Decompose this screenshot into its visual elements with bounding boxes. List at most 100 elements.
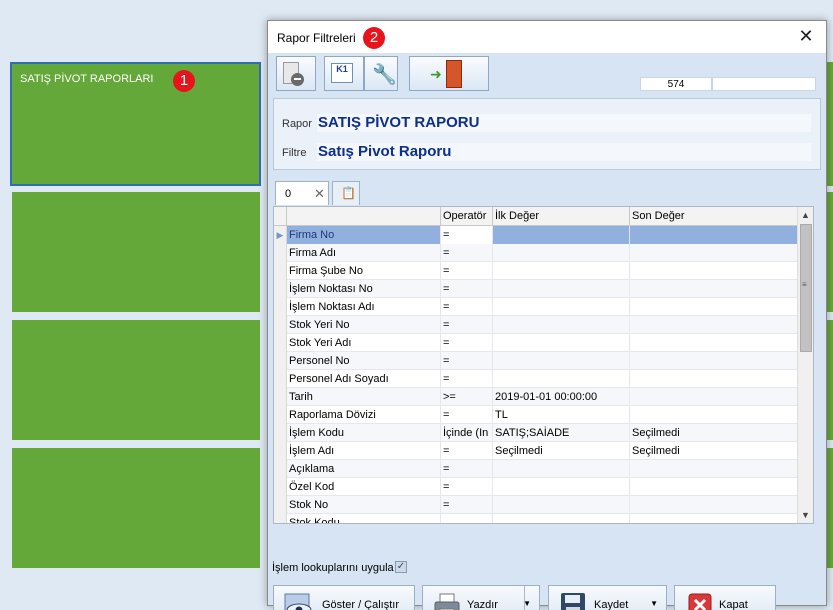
- cell-last-value[interactable]: [630, 370, 798, 388]
- cell-last-value[interactable]: [630, 226, 798, 244]
- cell-first-value[interactable]: [493, 334, 630, 352]
- cell-operator[interactable]: =: [441, 262, 493, 280]
- cell-operator[interactable]: =: [441, 244, 493, 262]
- show-run-button[interactable]: Göster / Çalıştır: [273, 585, 415, 610]
- table-row[interactable]: Firma Şube No =: [274, 262, 798, 280]
- remove-filter-button[interactable]: [276, 56, 316, 91]
- cell-name[interactable]: İşlem Kodu: [287, 424, 441, 442]
- table-row[interactable]: İşlem Noktası No =: [274, 280, 798, 298]
- tile-3[interactable]: [12, 320, 260, 440]
- close-icon[interactable]: ✕: [796, 26, 816, 47]
- cell-last-value[interactable]: [630, 514, 798, 523]
- cell-last-value[interactable]: [630, 406, 798, 424]
- chevron-down-icon[interactable]: ▼: [523, 599, 531, 608]
- cell-operator[interactable]: =: [441, 280, 493, 298]
- cell-last-value[interactable]: [630, 298, 798, 316]
- cell-name[interactable]: Stok Yeri Adı: [287, 334, 441, 352]
- cell-first-value[interactable]: [493, 496, 630, 514]
- table-row[interactable]: Personel No =: [274, 352, 798, 370]
- cell-last-value[interactable]: Seçilmedi: [630, 442, 798, 460]
- cell-name[interactable]: Firma Şube No: [287, 262, 441, 280]
- close-tab-icon[interactable]: ✕: [314, 186, 325, 202]
- cell-last-value[interactable]: [630, 388, 798, 406]
- col-last-value-header[interactable]: Son Değer: [630, 207, 798, 226]
- tile-4[interactable]: [12, 448, 260, 568]
- table-row[interactable]: Stok Yeri No =: [274, 316, 798, 334]
- cell-first-value[interactable]: [493, 280, 630, 298]
- cell-last-value[interactable]: [630, 262, 798, 280]
- cell-name[interactable]: Stok No: [287, 496, 441, 514]
- cell-name[interactable]: Firma No: [287, 226, 441, 244]
- cell-first-value[interactable]: [493, 460, 630, 478]
- table-row[interactable]: Tarih >= 2019-01-01 00:00:00: [274, 388, 798, 406]
- table-row[interactable]: Personel Adı Soyadı =: [274, 370, 798, 388]
- cell-operator[interactable]: =: [441, 460, 493, 478]
- table-row[interactable]: Raporlama Dövizi = TL: [274, 406, 798, 424]
- cell-operator[interactable]: =: [441, 442, 493, 460]
- cell-name[interactable]: İşlem Noktası No: [287, 280, 441, 298]
- cell-operator[interactable]: >=: [441, 388, 493, 406]
- cell-last-value[interactable]: [630, 334, 798, 352]
- cell-last-value[interactable]: Seçilmedi: [630, 424, 798, 442]
- print-button[interactable]: Yazdır ▼: [422, 585, 540, 610]
- col-first-value-header[interactable]: İlk Değer: [493, 207, 630, 226]
- cell-first-value[interactable]: SATIŞ;SAİADE: [493, 424, 630, 442]
- col-name-header[interactable]: [287, 207, 441, 226]
- col-operator-header[interactable]: Operatör: [441, 207, 493, 226]
- cell-name[interactable]: Açıklama: [287, 460, 441, 478]
- cell-last-value[interactable]: [630, 244, 798, 262]
- close-button[interactable]: Kapat: [674, 585, 776, 610]
- scroll-up-icon[interactable]: ▲: [798, 207, 813, 223]
- cell-operator[interactable]: =: [441, 478, 493, 496]
- table-row[interactable]: İşlem Noktası Adı =: [274, 298, 798, 316]
- cell-first-value[interactable]: [493, 262, 630, 280]
- cell-last-value[interactable]: [630, 460, 798, 478]
- cell-first-value[interactable]: 2019-01-01 00:00:00: [493, 388, 630, 406]
- cell-name[interactable]: Özel Kod: [287, 478, 441, 496]
- dialog-titlebar[interactable]: Rapor Filtreleri 2 ✕: [268, 21, 826, 53]
- tile-2[interactable]: [12, 192, 260, 312]
- cell-first-value[interactable]: [493, 316, 630, 334]
- save-button[interactable]: Kaydet ▼: [548, 585, 667, 610]
- exit-button[interactable]: ➜: [409, 56, 489, 91]
- cell-name[interactable]: Stok Kodu: [287, 514, 441, 523]
- cell-last-value[interactable]: [630, 478, 798, 496]
- chevron-down-icon[interactable]: ▼: [650, 599, 658, 608]
- cell-operator[interactable]: =: [441, 226, 493, 244]
- cell-name[interactable]: Raporlama Dövizi: [287, 406, 441, 424]
- cell-name[interactable]: Personel Adı Soyadı: [287, 370, 441, 388]
- table-row[interactable]: Özel Kod =: [274, 478, 798, 496]
- cell-last-value[interactable]: [630, 316, 798, 334]
- cell-operator[interactable]: =: [441, 316, 493, 334]
- tile-satis-pivot-raporlari[interactable]: SATIŞ PİVOT RAPORLARI 1: [10, 62, 261, 186]
- grid-scrollbar[interactable]: ▲ ≡ ▼: [797, 207, 813, 523]
- cell-first-value[interactable]: TL: [493, 406, 630, 424]
- cell-last-value[interactable]: [630, 496, 798, 514]
- table-row[interactable]: ▶ Firma No =: [274, 226, 798, 244]
- cell-operator[interactable]: =: [441, 334, 493, 352]
- scroll-down-icon[interactable]: ▼: [798, 507, 813, 523]
- cell-first-value[interactable]: [493, 514, 630, 523]
- table-row[interactable]: Stok Yeri Adı =: [274, 334, 798, 352]
- table-row[interactable]: Açıklama =: [274, 460, 798, 478]
- table-row[interactable]: İşlem Kodu İçinde (In SATIŞ;SAİADE Seçilmed…: [274, 424, 798, 442]
- cell-operator[interactable]: =: [441, 406, 493, 424]
- cell-operator[interactable]: =: [441, 496, 493, 514]
- cell-operator[interactable]: [441, 514, 493, 523]
- cell-operator[interactable]: İçinde (In: [441, 424, 493, 442]
- cell-name[interactable]: Stok Yeri No: [287, 316, 441, 334]
- k1-user-button[interactable]: K1: [324, 56, 364, 91]
- cell-name[interactable]: İşlem Noktası Adı: [287, 298, 441, 316]
- table-row[interactable]: Stok Kodu: [274, 514, 798, 523]
- table-row[interactable]: Stok No =: [274, 496, 798, 514]
- cell-name[interactable]: Tarih: [287, 388, 441, 406]
- table-row[interactable]: İşlem Adı = Seçilmedi Seçilmedi: [274, 442, 798, 460]
- cell-first-value[interactable]: [493, 226, 630, 244]
- cell-last-value[interactable]: [630, 280, 798, 298]
- add-tab-button[interactable]: 📋: [332, 181, 360, 205]
- cell-operator[interactable]: =: [441, 298, 493, 316]
- filter-grid[interactable]: Operatör İlk Değer Son Değer ▶ Firma No = F…: [273, 206, 814, 524]
- cell-first-value[interactable]: Seçilmedi: [493, 442, 630, 460]
- cell-last-value[interactable]: [630, 352, 798, 370]
- cell-first-value[interactable]: [493, 298, 630, 316]
